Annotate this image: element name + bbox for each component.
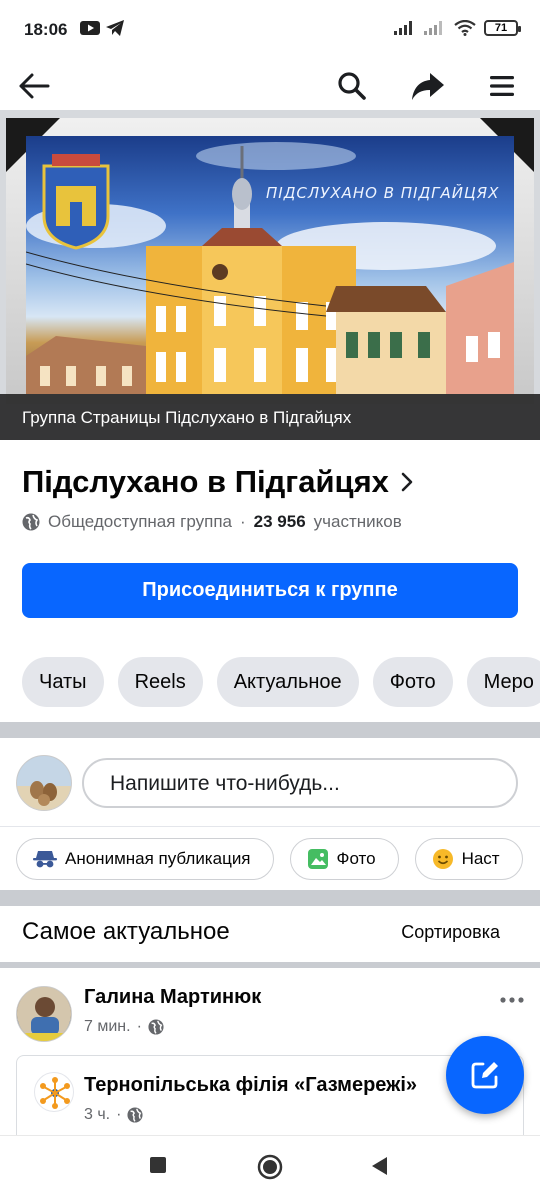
battery-icon: 71: [484, 20, 521, 36]
join-group-button[interactable]: Присоединиться к группе: [22, 563, 518, 618]
composer-actions: Анонимная публикация Фото Наст: [16, 838, 523, 880]
status-bar: 18:06 71: [0, 0, 540, 62]
telegram-icon: [106, 20, 124, 36]
post-more-options[interactable]: [500, 984, 524, 1010]
back-arrow-icon: [19, 73, 50, 99]
back-nav-button[interactable]: [371, 1156, 389, 1181]
android-navigation-bar: [0, 1135, 540, 1200]
post-author-name[interactable]: Галина Мартинюк: [84, 986, 261, 1009]
cover-photo: ПІДСЛУХАНО В ПІДГАЙЦЯХ: [26, 136, 514, 394]
photo-label: Фото: [336, 849, 376, 868]
photo-button[interactable]: Фото: [289, 838, 399, 880]
globe-small-icon: [148, 1019, 164, 1035]
section-divider: [0, 722, 540, 738]
shared-page-name[interactable]: Тернопільська філія «Газмережі»: [84, 1074, 417, 1097]
shared-post-time: 3 ч.: [84, 1106, 111, 1123]
back-button[interactable]: [14, 66, 54, 106]
create-post-fab[interactable]: [446, 1036, 524, 1114]
section-divider-2: [0, 890, 540, 906]
home-circle-icon: [257, 1154, 283, 1180]
feed-title: Самое актуальное: [22, 918, 230, 945]
square-icon: [150, 1157, 166, 1173]
tab-chats[interactable]: Чаты: [22, 657, 104, 707]
globe-small-icon: [127, 1107, 144, 1123]
group-privacy: Общедоступная группа: [48, 512, 232, 531]
share-button[interactable]: [408, 66, 448, 106]
search-button[interactable]: [332, 66, 372, 106]
group-name-text: Підслухано в Підгайцях: [22, 464, 389, 499]
sort-button[interactable]: Сортировка: [401, 922, 500, 943]
compose-icon: [471, 1062, 498, 1089]
cover-overlay-text: ПІДСЛУХАНО В ПІДГАЙЦЯХ: [266, 184, 500, 202]
post-time: 7 мин.: [84, 1018, 131, 1035]
shared-post-meta: 3 ч. ·: [84, 1106, 144, 1124]
shared-page-logo: [34, 1072, 74, 1112]
photo-icon: [307, 849, 328, 869]
members-count: 23 956: [253, 512, 306, 531]
members-label: участников: [313, 512, 402, 531]
search-icon: [338, 72, 366, 100]
wifi-icon: [454, 20, 476, 36]
system-icons: 71: [394, 20, 521, 36]
recents-button[interactable]: [149, 1156, 167, 1179]
hamburger-menu-icon: [490, 76, 514, 96]
youtube-icon: [80, 21, 100, 35]
smiley-icon: [432, 849, 453, 869]
feeling-label: Наст: [461, 849, 500, 868]
notification-icons: [80, 20, 124, 36]
post-avatar-image: [17, 987, 71, 1041]
avatar-image: [17, 756, 71, 810]
more-options-icon: [500, 997, 524, 1003]
network-logo-icon: [40, 1077, 70, 1109]
chevron-right-icon: [401, 472, 413, 492]
user-avatar[interactable]: [16, 755, 72, 811]
cover-illustration: [26, 142, 514, 394]
group-cover[interactable]: ПІДСЛУХАНО В ПІДГАЙЦЯХ Группа Страницы П…: [0, 110, 540, 440]
composer-input[interactable]: Напишите что-нибудь...: [82, 758, 518, 808]
post-meta: 7 мин. ·: [84, 1018, 164, 1036]
tab-events[interactable]: Меро: [466, 657, 540, 707]
triangle-back-icon: [372, 1157, 387, 1175]
post-meta-separator: ·: [136, 1018, 142, 1035]
section-divider-3: [0, 962, 540, 968]
group-tabs: Чаты Reels Актуальное Фото Меро: [22, 657, 540, 707]
home-button[interactable]: [257, 1154, 283, 1185]
menu-button[interactable]: [482, 66, 522, 106]
signal-icon: [394, 21, 412, 35]
globe-icon: [22, 513, 40, 531]
cover-caption: Группа Страницы Підслухано в Підгайцях: [0, 394, 540, 440]
tab-photos[interactable]: Фото: [372, 657, 453, 707]
signal-2-icon: [424, 21, 442, 35]
top-nav: [0, 62, 540, 110]
anonymous-post-button[interactable]: Анонимная публикация: [16, 838, 274, 880]
meta-separator: ·: [240, 512, 246, 531]
post-author-avatar[interactable]: [16, 986, 72, 1042]
tab-featured[interactable]: Актуальное: [216, 657, 359, 707]
anonymous-post-label: Анонимная публикация: [65, 849, 251, 868]
group-meta: Общедоступная группа · 23 956 участников: [22, 512, 402, 532]
battery-level: 71: [494, 22, 508, 34]
share-icon: [412, 73, 444, 100]
tab-reels[interactable]: Reels: [117, 657, 203, 707]
incognito-icon: [33, 851, 57, 868]
feeling-button[interactable]: Наст: [414, 838, 523, 880]
shared-meta-separator: ·: [116, 1106, 122, 1123]
group-name[interactable]: Підслухано в Підгайцях: [22, 464, 413, 500]
status-time: 18:06: [24, 20, 68, 39]
